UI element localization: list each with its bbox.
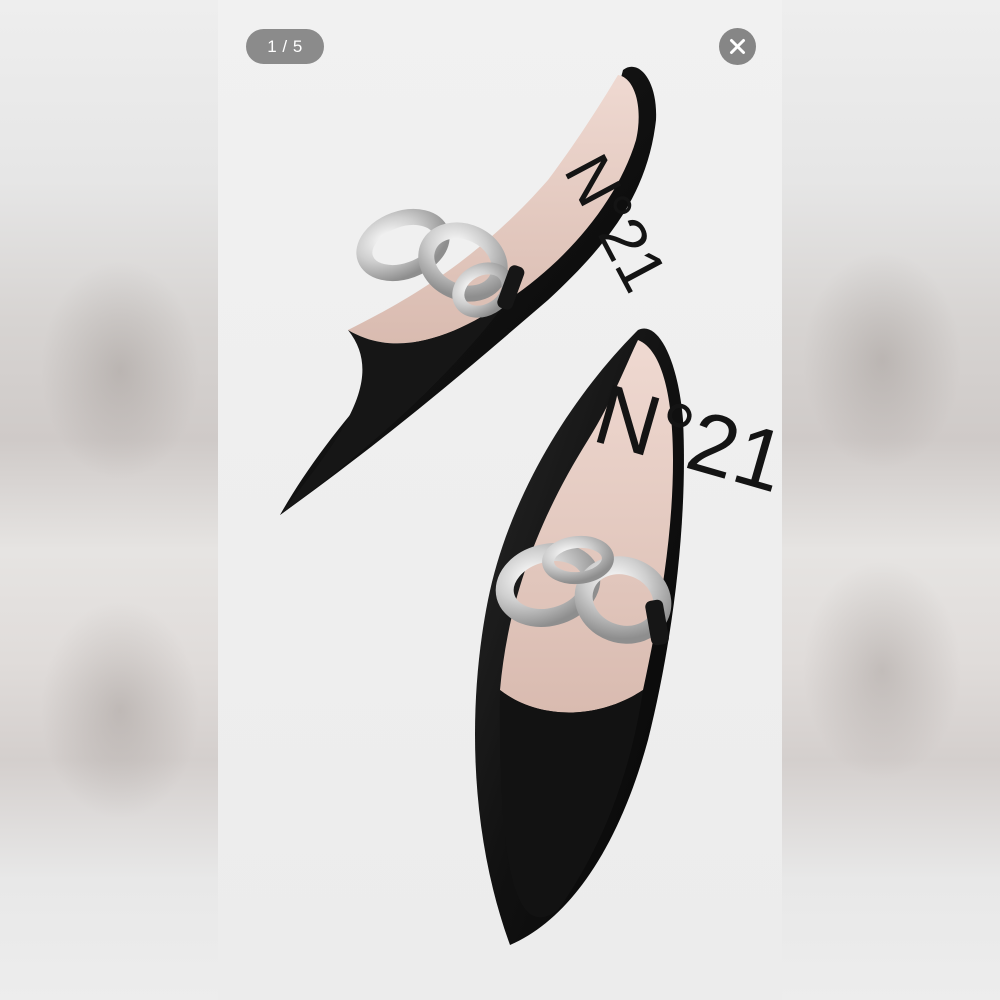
image-counter: 1 / 5: [246, 29, 324, 64]
right-blurred-backdrop: [782, 0, 1000, 1000]
left-blurred-backdrop: [0, 0, 218, 1000]
close-icon: [730, 39, 745, 54]
product-photo[interactable]: N°21 N°21: [218, 0, 782, 1000]
shoes-illustration: N°21 N°21: [280, 66, 782, 945]
shoe-bottom: N°21: [475, 328, 782, 945]
left-backdrop-smudge: [40, 260, 200, 480]
close-button[interactable]: [719, 28, 756, 65]
left-backdrop-smudge: [40, 600, 200, 820]
right-backdrop-smudge: [802, 250, 962, 470]
right-backdrop-smudge: [802, 560, 962, 780]
image-viewer: N°21 N°21 1 / 5: [0, 0, 1000, 1000]
